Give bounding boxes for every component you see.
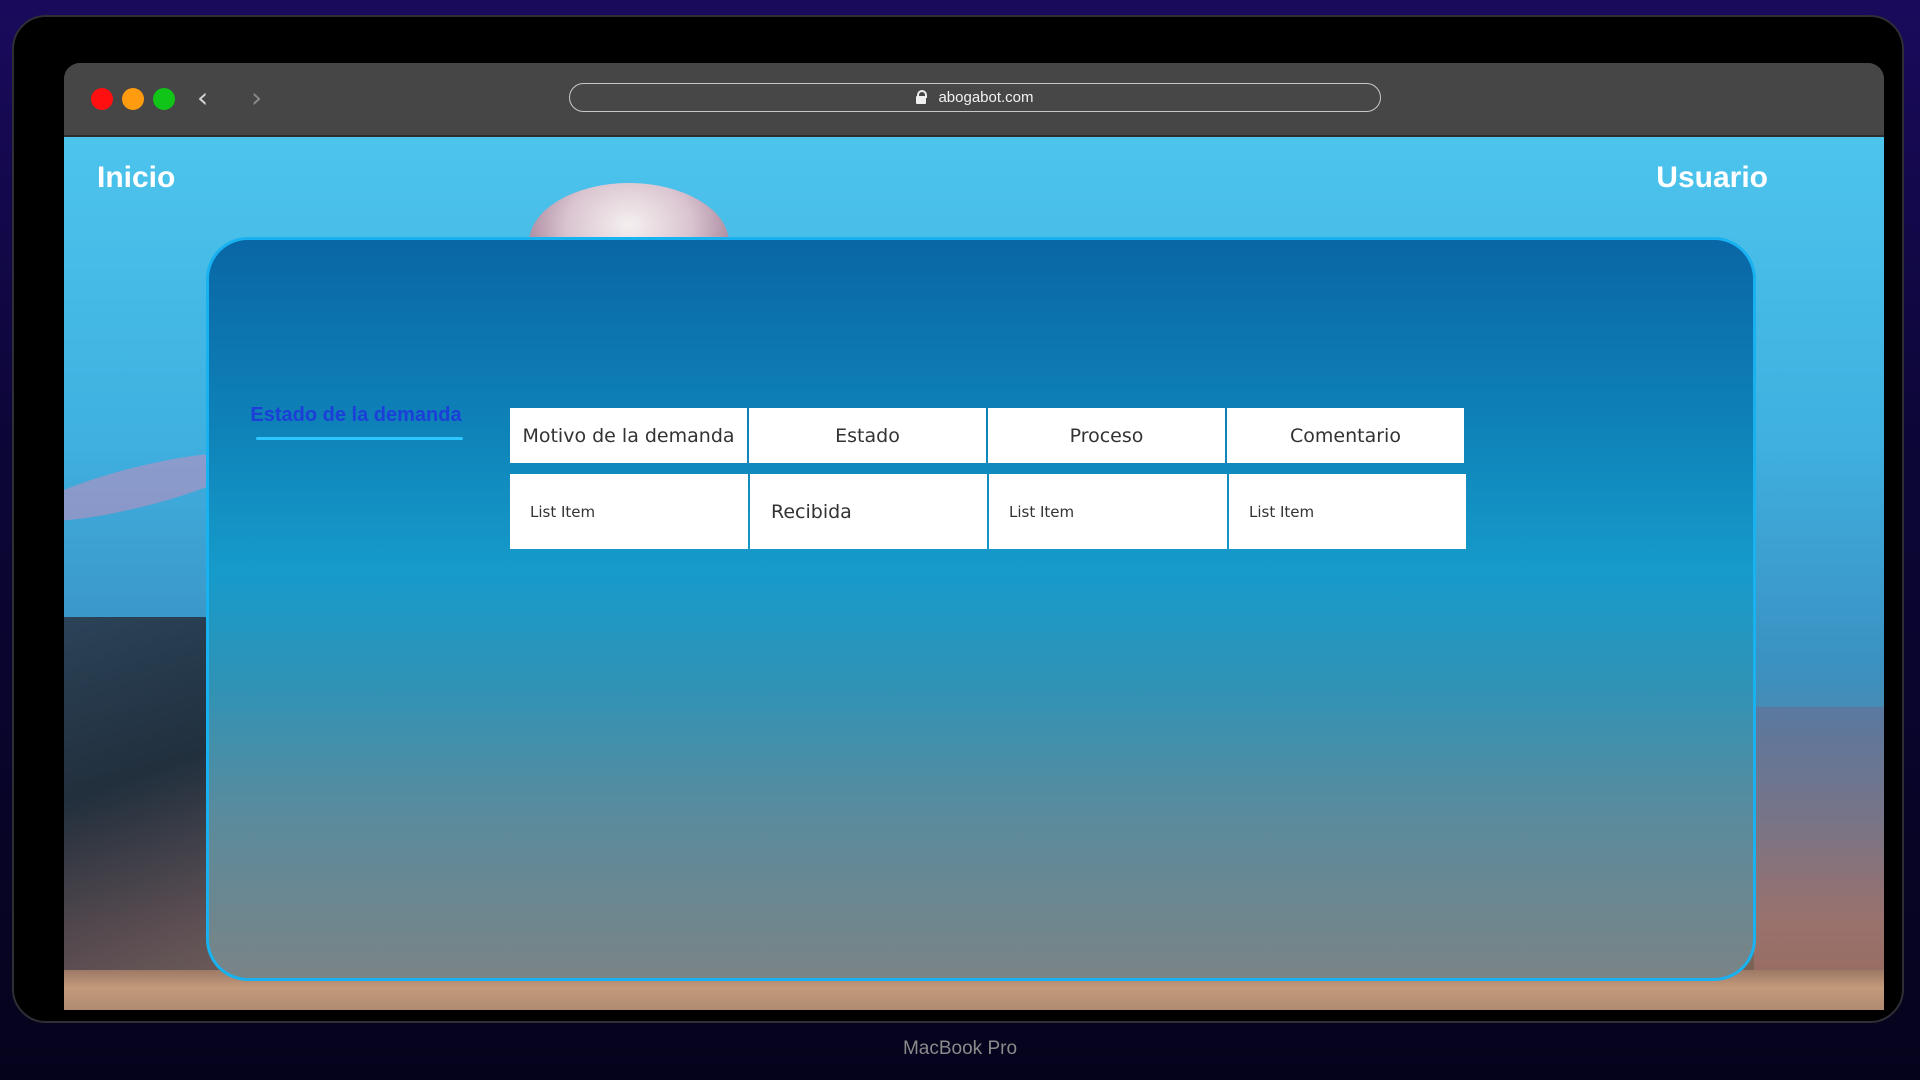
close-window-button[interactable] xyxy=(91,88,113,110)
table-header-motivo: Motivo de la demanda xyxy=(510,408,747,463)
table-cell-text: List Item xyxy=(1249,502,1315,521)
table-cell-estado: Recibida xyxy=(750,474,987,549)
minimize-window-button[interactable] xyxy=(122,88,144,110)
web-page: Inicio Usuario Estado de la demanda Moti… xyxy=(64,137,1884,1010)
address-bar-url: abogabot.com xyxy=(938,89,1034,106)
device-caption: MacBook Pro xyxy=(902,1038,1018,1059)
table-header-comentario: Comentario xyxy=(1227,408,1464,463)
table-cell-text: Recibida xyxy=(771,500,852,523)
table-cell-motivo: List Item xyxy=(510,474,748,549)
table-cell-text: List Item xyxy=(530,502,596,521)
table-header-proceso: Proceso xyxy=(988,408,1225,463)
forward-arrow-icon[interactable]: › xyxy=(251,81,262,115)
background-right-decoration xyxy=(1754,707,1884,1007)
side-tab-estado-demanda[interactable]: Estado de la demanda xyxy=(246,404,466,440)
table-cell-proceso: List Item xyxy=(989,474,1227,549)
table-header-estado: Estado xyxy=(749,408,986,463)
table-cell-comentario: List Item xyxy=(1229,474,1466,549)
browser-toolbar: ‹ › abogabot.com xyxy=(64,63,1884,137)
side-tab-underline xyxy=(256,437,463,440)
laptop-frame: ‹ › abogabot.com Inicio Usuario Estado d… xyxy=(12,15,1904,1023)
nav-inicio-link[interactable]: Inicio xyxy=(97,161,175,195)
side-tab-label: Estado de la demanda xyxy=(250,404,462,426)
nav-usuario-link[interactable]: Usuario xyxy=(1656,161,1768,195)
lock-icon xyxy=(916,89,928,104)
maximize-window-button[interactable] xyxy=(153,88,175,110)
table-cell-text: List Item xyxy=(1009,502,1075,521)
back-arrow-icon[interactable]: ‹ xyxy=(197,81,208,115)
main-panel: Estado de la demanda Motivo de la demand… xyxy=(206,237,1756,981)
address-bar[interactable]: abogabot.com xyxy=(569,83,1381,112)
browser-window: ‹ › abogabot.com Inicio Usuario Estado d… xyxy=(64,63,1884,1010)
